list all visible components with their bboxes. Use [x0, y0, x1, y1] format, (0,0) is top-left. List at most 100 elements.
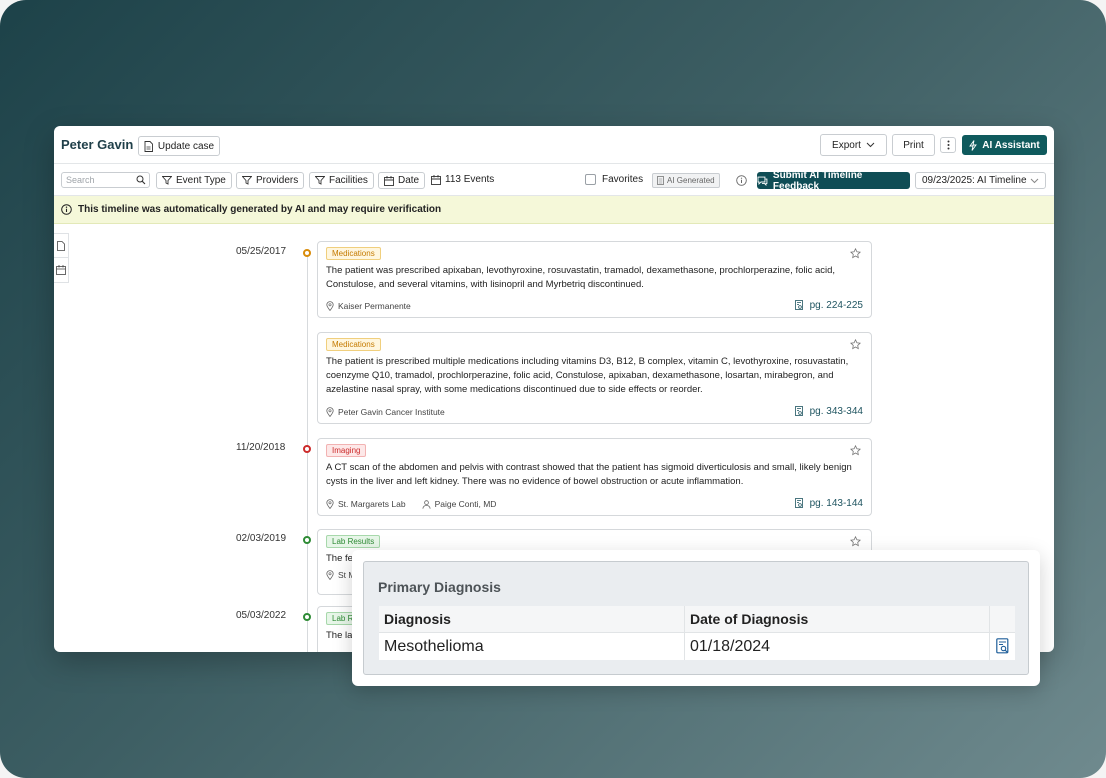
favorites-toggle[interactable]: Favorites: [585, 174, 643, 185]
document-search-icon: [794, 406, 803, 416]
more-options-button[interactable]: [940, 137, 956, 153]
submit-feedback-button[interactable]: Submit AI Timeline Feedback: [757, 169, 910, 192]
date-filter[interactable]: Date: [378, 172, 426, 189]
ai-assistant-label: AI Assistant: [982, 139, 1040, 151]
filter-icon: [242, 176, 252, 185]
events-count: 113 Events: [431, 174, 494, 185]
timeline-date: 05/03/2022: [236, 610, 287, 621]
star-icon[interactable]: [850, 536, 861, 547]
timeline-date: 11/20/2018: [236, 442, 286, 453]
document-icon: [144, 140, 153, 152]
providers-label: Providers: [256, 175, 299, 186]
event-type-label: Event Type: [176, 175, 226, 186]
export-label: Export: [832, 139, 861, 151]
event-description: The patient was prescribed apixaban, lev…: [326, 265, 836, 290]
document-search-icon: [995, 638, 1008, 654]
primary-diagnosis-panel: Primary Diagnosis Diagnosis Date of Diag…: [363, 561, 1029, 675]
event-description: The patient is prescribed multiple medic…: [326, 356, 849, 395]
timeline-event-card[interactable]: Imaging A CT scan of the abdomen and pel…: [317, 438, 872, 516]
event-type-tag: Imaging: [326, 444, 367, 457]
star-icon[interactable]: [850, 248, 861, 259]
search-input[interactable]: Search: [61, 172, 150, 188]
lightning-icon: [969, 139, 978, 151]
panel-title: Primary Diagnosis: [378, 579, 501, 595]
timeline-event-card[interactable]: Medications The patient is prescribed mu…: [317, 332, 872, 424]
timeline-dot: [303, 249, 311, 257]
filter-icon: [315, 176, 325, 185]
source-page-link[interactable]: pg. 224-225: [794, 300, 863, 311]
more-vertical-icon: [947, 140, 949, 150]
calendar-icon: [431, 174, 441, 185]
view-source-button[interactable]: [989, 633, 1015, 660]
ai-assistant-button[interactable]: AI Assistant: [962, 135, 1047, 155]
location-pin-icon: [326, 301, 334, 311]
search-icon: [136, 175, 146, 185]
timeline-dot: [303, 536, 311, 544]
ai-warning-banner: This timeline was automatically generate…: [54, 196, 1054, 224]
ai-generated-badge[interactable]: AI Generated: [652, 173, 720, 188]
filter-icon: [162, 176, 172, 185]
update-case-label: Update case: [157, 140, 215, 152]
update-case-button[interactable]: Update case: [138, 136, 220, 156]
ai-generated-label: AI Generated: [667, 176, 715, 185]
location-pin-icon: [326, 407, 334, 417]
timeline-date: 05/25/2017: [236, 246, 287, 257]
chevron-down-icon: [866, 142, 875, 148]
column-header-date: Date of Diagnosis: [684, 606, 989, 633]
document-search-icon: [794, 300, 803, 310]
events-count-label: 113 Events: [445, 174, 495, 185]
event-type-tag: Medications: [326, 338, 381, 351]
timeline-dot: [303, 613, 311, 621]
person-icon: [421, 499, 431, 509]
timeline-event-card[interactable]: Medications The patient was prescribed a…: [317, 241, 872, 318]
info-icon[interactable]: [736, 175, 747, 186]
info-icon: [61, 204, 72, 215]
event-facility: Kaiser Permanente: [338, 301, 411, 311]
location-pin-icon: [326, 570, 334, 580]
export-button[interactable]: Export: [820, 134, 887, 156]
event-provider: Paige Conti, MD: [421, 499, 497, 509]
calendar-icon: [384, 175, 394, 186]
date-label: Date: [398, 175, 420, 186]
column-header-diagnosis: Diagnosis: [379, 606, 684, 633]
print-button[interactable]: Print: [892, 134, 935, 156]
source-pages: pg. 343-344: [809, 406, 863, 417]
facilities-label: Facilities: [329, 175, 368, 186]
document-search-icon: [794, 498, 803, 508]
timeline-date: 02/03/2019: [236, 533, 287, 544]
source-page-link[interactable]: pg. 143-144: [794, 498, 863, 509]
star-icon[interactable]: [850, 339, 861, 350]
providers-filter[interactable]: Providers: [236, 172, 305, 189]
location-pin-icon: [326, 499, 334, 509]
diagnosis-date-cell: 01/18/2024: [684, 633, 989, 660]
case-title: Peter Gavin: [61, 137, 134, 152]
source-page-link[interactable]: pg. 343-344: [794, 406, 863, 417]
diagnosis-cell: Mesothelioma: [384, 637, 484, 655]
print-label: Print: [903, 139, 924, 151]
event-facility: Peter Gavin Cancer Institute: [338, 407, 445, 417]
event-provider-name: Paige Conti, MD: [434, 499, 497, 509]
event-type-tag: Medications: [326, 247, 381, 260]
column-header-actions: [989, 606, 1015, 633]
favorites-checkbox[interactable]: [585, 174, 596, 185]
submit-feedback-label: Submit AI Timeline Feedback: [772, 169, 863, 192]
chat-icon: [757, 176, 768, 186]
event-description: A CT scan of the abdomen and pelvis with…: [326, 462, 852, 487]
search-placeholder: Search: [66, 175, 95, 185]
ai-warning-text: This timeline was automatically generate…: [78, 204, 442, 215]
facilities-filter[interactable]: Facilities: [309, 172, 374, 189]
primary-diagnosis-popup: Primary Diagnosis Diagnosis Date of Diag…: [352, 550, 1040, 686]
event-meta: Peter Gavin Cancer Institute: [326, 407, 445, 417]
source-pages: pg. 224-225: [809, 300, 863, 311]
timeline-select-value: 09/23/2025: AI Timeline: [922, 175, 1027, 186]
filter-toolbar: Search Event Type Providers Facilities D…: [54, 164, 1054, 196]
timeline-version-select[interactable]: 09/23/2025: AI Timeline: [915, 172, 1046, 189]
chevron-down-icon: [1030, 178, 1039, 183]
timeline-dot: [303, 445, 311, 453]
event-meta: Kaiser Permanente: [326, 301, 411, 311]
document-icon: [657, 176, 664, 185]
diagnosis-table: Diagnosis Date of Diagnosis Mesothelioma…: [379, 606, 1015, 660]
app-header: Peter Gavin Update case Export Print AI …: [54, 126, 1054, 164]
star-icon[interactable]: [850, 445, 861, 456]
event-type-filter[interactable]: Event Type: [156, 172, 232, 189]
